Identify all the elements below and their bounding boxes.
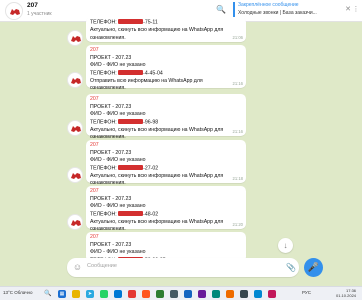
message-time: 21:18 [232, 175, 243, 181]
message-avatar[interactable] [67, 214, 83, 230]
whatsapp-icon[interactable] [100, 290, 108, 298]
bear-logo-icon [71, 173, 81, 179]
app-icon[interactable] [268, 290, 276, 298]
message-sender[interactable]: 207 [90, 142, 242, 150]
message-line: ПРОЕКТ - 207.23 [90, 149, 132, 156]
attach-icon[interactable]: 📎 [286, 262, 296, 273]
message-sender[interactable]: 207 [90, 188, 242, 196]
message-bubble[interactable]: 207 ПРОЕКТ - 207.23 ФИО - ФИО не указано… [86, 45, 246, 91]
message-line: ПРОЕКТ - 207.23 [90, 241, 132, 248]
mic-icon[interactable]: 🎤 [304, 258, 323, 277]
message-avatar[interactable] [67, 167, 83, 183]
bear-logo-icon [71, 220, 81, 226]
message-line: Актуально, скинуть всю информацию на Wha… [90, 126, 224, 133]
emoji-icon[interactable]: ☺ [72, 262, 83, 273]
redaction-mark [118, 19, 144, 24]
message-bubble[interactable]: 207 ПРОЕКТ - 207.23 ФИО - ФИО не указано… [86, 186, 246, 232]
message-sender[interactable]: 207 [90, 96, 242, 104]
redaction-mark [118, 210, 144, 216]
message-line: ПРОЕКТ - 207.23 [90, 195, 132, 202]
app-icon[interactable] [184, 290, 192, 298]
message-line: ознакомления. [90, 34, 126, 41]
phone-suffix: -27-02 [143, 165, 159, 171]
close-icon[interactable]: ✕ [344, 5, 352, 15]
pinned-label: Закреплённое сообщение [238, 2, 299, 8]
taskbar-search-icon[interactable]: 🔍 [42, 290, 54, 298]
message-line: Актуально, скинуть всю информацию на Wha… [90, 218, 224, 225]
edge-icon[interactable] [114, 290, 122, 298]
message-line: ФИО - ФИО не указано [90, 62, 146, 68]
app-icon[interactable] [156, 290, 164, 298]
yandex-icon[interactable] [142, 290, 150, 298]
message-bubble[interactable]: 207 ПРОЕКТ - 207.23 ФИО - ФИО не указано… [86, 140, 246, 186]
app-icon[interactable] [240, 290, 248, 298]
bear-logo-icon [71, 126, 81, 132]
app-icon[interactable] [170, 290, 178, 298]
bear-logo-icon [71, 36, 81, 42]
app-icon[interactable] [254, 290, 262, 298]
language-indicator[interactable]: РУС [302, 290, 311, 295]
telegram-icon[interactable]: ➤ [86, 290, 94, 298]
app-icon[interactable] [226, 290, 234, 298]
redaction-mark [118, 164, 144, 170]
message-bubble[interactable]: 207 ПРОЕКТ - 207.23 ФИО - ФИО не указано… [86, 94, 246, 140]
message-avatar[interactable] [67, 72, 83, 88]
app-icon[interactable] [198, 290, 206, 298]
message-input[interactable]: Сообщение [87, 263, 117, 269]
message-line: Актуально, скинуть всю информацию на Wha… [90, 27, 224, 33]
opera-icon[interactable] [128, 290, 136, 298]
message-line: ФИО - ФИО не указано [90, 111, 146, 117]
message-line: ФИО - ФИО не указано [90, 249, 146, 255]
message-sender[interactable]: 207 [90, 47, 242, 55]
clock-date: 01.10.2024 [336, 293, 357, 298]
taskbar: 13°C Облачно 🔍 ▦ ➤ РУС 17:36 01.10.2024 [0, 286, 362, 300]
message-line: Отправить всю информацию на WhatsApp для [90, 77, 203, 84]
message-time: 21:20 [232, 221, 243, 227]
message-sender[interactable]: 207 [90, 234, 242, 242]
start-icon[interactable]: ▦ [58, 290, 66, 298]
chat-avatar[interactable] [5, 2, 23, 20]
message-time: 21:16 [232, 80, 243, 86]
message-avatar[interactable] [67, 30, 83, 46]
pinned-message[interactable]: Закреплённое сообщение Холодные звонки |… [233, 2, 343, 20]
app-icon[interactable] [212, 290, 220, 298]
more-icon[interactable]: ⋮ [352, 5, 360, 15]
message-composer[interactable]: ☺ Сообщение 📎 [67, 258, 299, 277]
chat-subtitle: 1 участник [27, 11, 52, 17]
arrow-down-icon[interactable]: ↓ [278, 238, 293, 253]
message-line: ПРОЕКТ - 207.23 [90, 103, 132, 110]
message-line: ПРОЕКТ - 207.23 [90, 54, 132, 61]
chat-title[interactable]: 207 [27, 2, 38, 9]
weather-widget[interactable]: 13°C Облачно [3, 290, 33, 295]
message-time: 21:16 [232, 128, 243, 134]
redaction-mark [118, 118, 144, 124]
taskbar-clock[interactable]: 17:36 01.10.2024 [336, 288, 356, 298]
bear-logo-icon [7, 4, 22, 19]
folder-icon[interactable] [72, 290, 80, 298]
message-avatar[interactable] [67, 120, 83, 136]
phone-suffix: -75-11 [143, 19, 158, 26]
phone-suffix: -96-98 [143, 119, 159, 125]
pinned-text: Холодные звонки | База заказчи... [238, 10, 317, 16]
message-bubble[interactable]: ТЕЛЕФОН: -75-11 Актуально, скинуть всю и… [86, 17, 246, 42]
phone-suffix: -4-45-04 [143, 70, 163, 76]
message-line: Актуально, скинуть всю информацию на Wha… [90, 172, 224, 179]
message-line: ознакомления. [90, 85, 126, 91]
message-line: ФИО - ФИО не указано [90, 157, 146, 163]
search-icon[interactable]: 🔍 [216, 5, 226, 15]
phone-suffix: -48-02 [143, 211, 159, 217]
redaction-mark [118, 69, 144, 75]
bear-logo-icon [71, 78, 81, 84]
message-time: 21:06 [232, 34, 243, 40]
message-line: ФИО - ФИО не указано [90, 203, 146, 209]
